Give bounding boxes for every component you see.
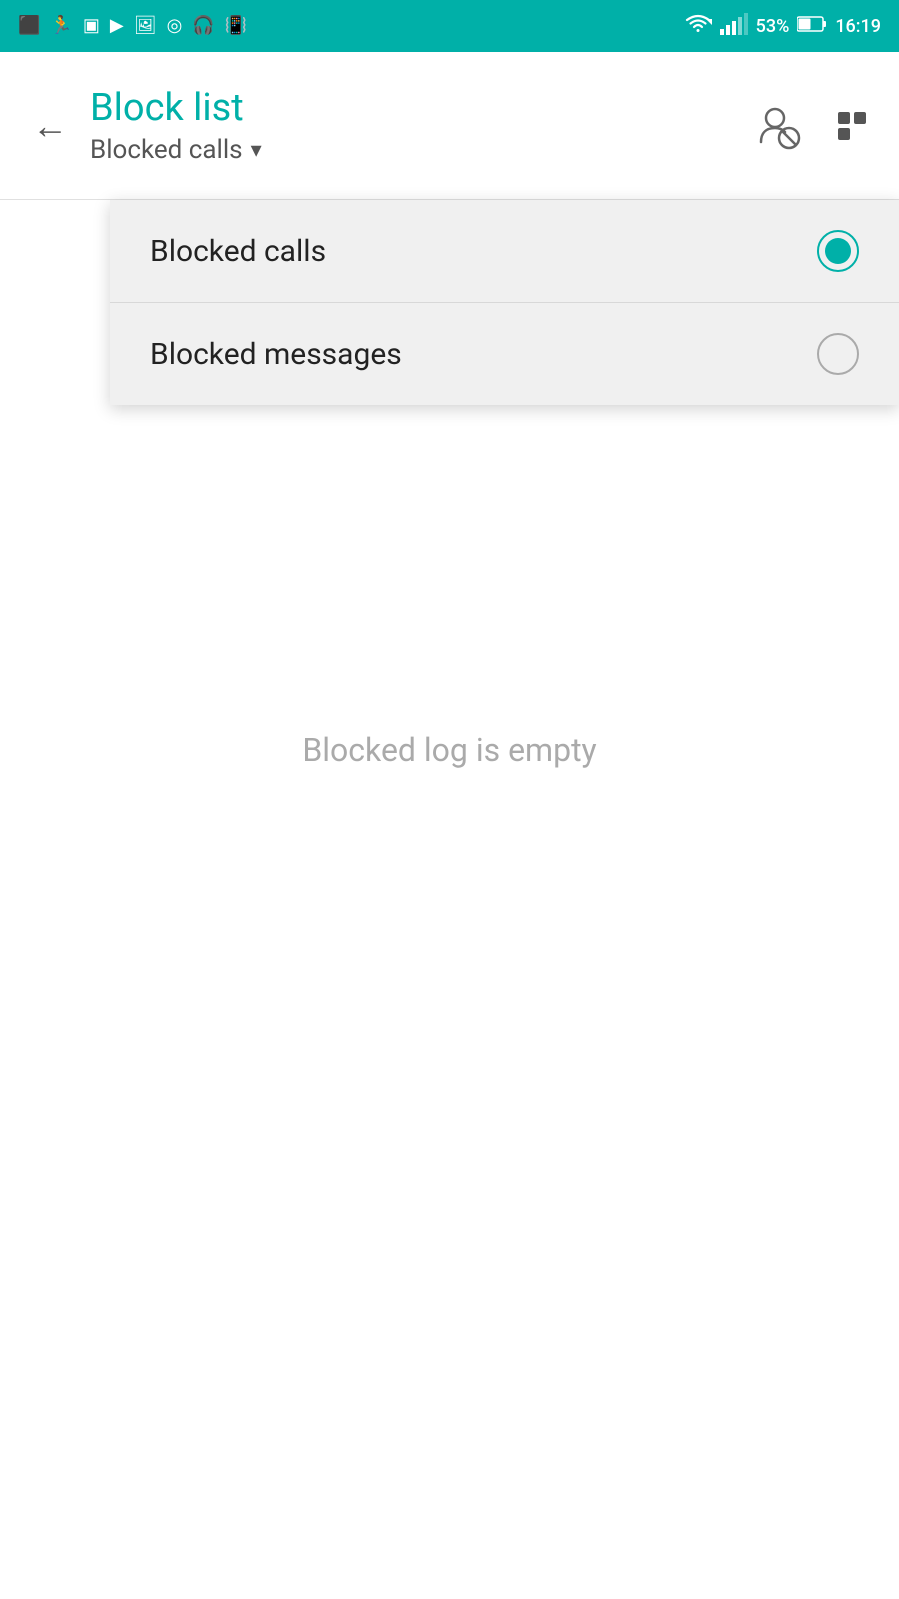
block-user-button[interactable] [749,98,804,153]
grid-square-1 [838,112,850,124]
instagram2-icon: ◎ [167,17,183,35]
blocked-calls-option[interactable]: Blocked calls [110,200,899,303]
status-bar-left: ⬛ 🏃 ▣ ▶ 🖼 ◎ 🎧 📳 [18,17,247,35]
signal-icon [720,13,748,39]
youtube-icon: ▶ [110,17,124,35]
blocked-calls-radio[interactable] [817,230,859,272]
filter-dropdown: Blocked calls Blocked messages [110,200,899,405]
blocked-messages-label: Blocked messages [150,337,402,372]
page-title: Block list [90,86,749,132]
chat-icon: ⬛ [18,17,40,35]
grid-square-3 [838,128,850,140]
time-display: 16:19 [835,16,881,37]
radio-inner-selected [825,238,851,264]
app-bar-actions [749,98,879,153]
filter-dropdown-button[interactable]: Blocked calls ▾ [90,135,749,165]
instagram-icon: ▣ [83,17,100,35]
chevron-down-icon: ▾ [251,138,262,163]
empty-state-message: Blocked log is empty [302,731,596,769]
more-options-button[interactable] [824,98,879,153]
wifi-icon [684,13,712,39]
status-bar-right: 53% 16:19 [684,13,881,39]
back-arrow-icon: ← [32,105,68,147]
grid-menu-icon [838,112,866,140]
blocked-messages-radio[interactable] [817,333,859,375]
activity-icon: 🏃 [50,17,72,35]
headphones-icon: 🎧 [192,17,214,35]
vibrate-icon: 📳 [225,17,247,35]
battery-icon [797,15,827,37]
blocked-calls-label: Blocked calls [150,234,326,269]
app-bar-title-area: Block list Blocked calls ▾ [80,86,749,166]
status-bar: ⬛ 🏃 ▣ ▶ 🖼 ◎ 🎧 📳 [0,0,899,52]
blocked-messages-option[interactable]: Blocked messages [110,303,899,405]
grid-square-2 [854,112,866,124]
back-button[interactable]: ← [20,96,80,156]
current-filter-label: Blocked calls [90,135,243,165]
battery-percentage: 53% [756,16,790,37]
gallery-icon: 🖼 [134,17,157,35]
app-bar: ← Block list Blocked calls ▾ [0,52,899,200]
